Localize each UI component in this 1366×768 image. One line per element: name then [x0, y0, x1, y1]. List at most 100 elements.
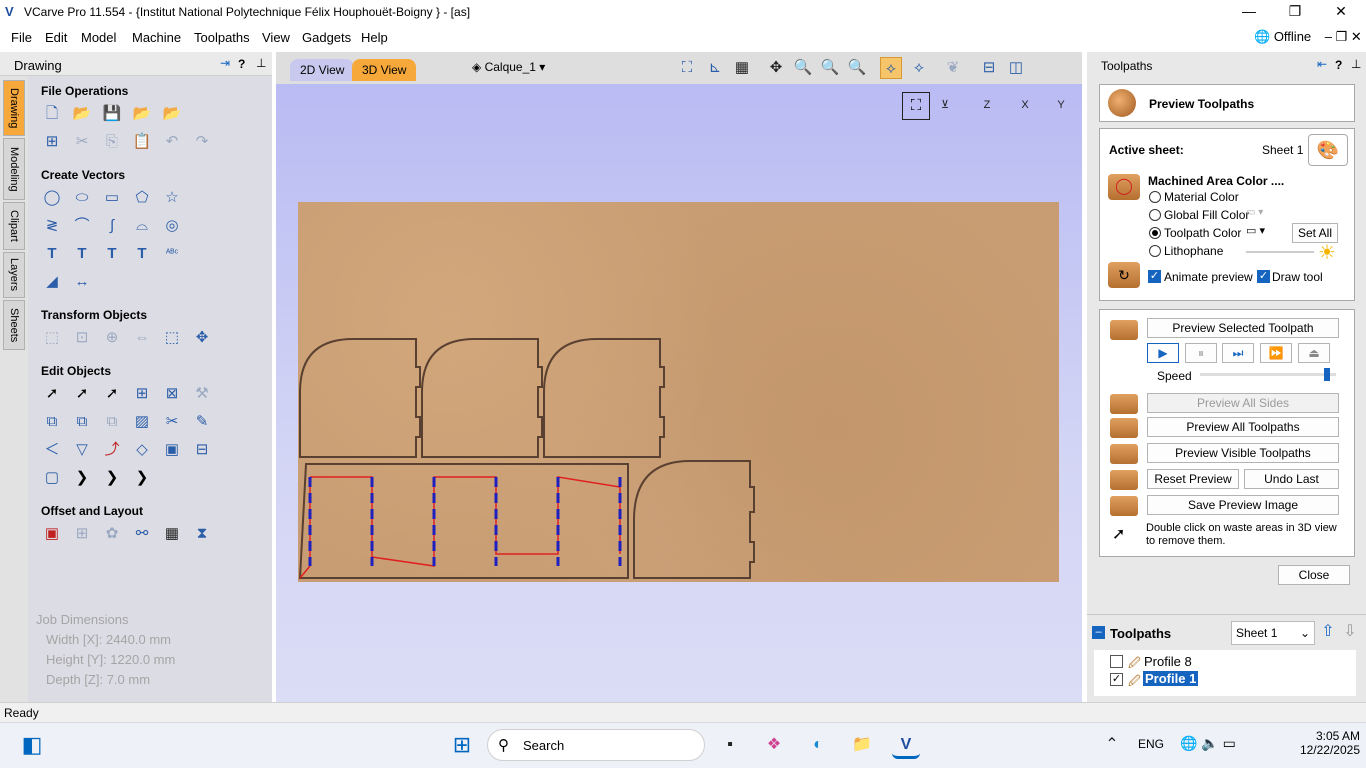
- preview-visible-toolpaths-button[interactable]: Preview Visible Toolpaths: [1147, 443, 1339, 463]
- smart-smooth-icon[interactable]: ▨: [131, 411, 153, 433]
- rotate-icon[interactable]: ✥: [191, 327, 213, 349]
- top-view-icon[interactable]: Z: [976, 94, 998, 116]
- node-snap-icon[interactable]: ⊟: [191, 439, 213, 461]
- play-button[interactable]: ▶: [1147, 343, 1179, 363]
- reset-preview-button[interactable]: Reset Preview: [1147, 469, 1239, 489]
- show-vectors-icon[interactable]: ⟡: [908, 57, 930, 79]
- interactive-transform-icon[interactable]: ➚: [101, 383, 123, 405]
- system-tray-icons[interactable]: 🌐 🔈 ▭: [1180, 735, 1236, 752]
- move-down-icon[interactable]: ⇩: [1340, 621, 1360, 645]
- help-icon[interactable]: ?: [238, 57, 245, 71]
- extend-vector-icon[interactable]: ❯: [101, 467, 123, 489]
- toolpath-item-profile-1[interactable]: Profile 1: [1143, 671, 1199, 686]
- copilot-icon[interactable]: ❖: [760, 731, 788, 759]
- speed-slider[interactable]: [1200, 368, 1336, 381]
- scale-icon[interactable]: ⊕: [101, 327, 123, 349]
- boolean-intersect-icon[interactable]: ⧉: [101, 411, 123, 433]
- import-icon[interactable]: 📂: [161, 103, 183, 125]
- menu-help[interactable]: Help: [361, 30, 388, 45]
- offset-vector-icon[interactable]: ▢: [41, 467, 63, 489]
- save-preview-image-button[interactable]: Save Preview Image: [1147, 495, 1339, 515]
- front-view-icon[interactable]: X: [1014, 94, 1036, 116]
- zoom-in-icon[interactable]: 🔍: [819, 57, 841, 79]
- widgets-icon[interactable]: ◧: [18, 731, 46, 759]
- spell-check-icon[interactable]: ᴬᴮᶜ: [161, 243, 183, 265]
- tab-layers[interactable]: Layers: [3, 252, 25, 298]
- panel-close-icon[interactable]: ✕: [1351, 29, 1362, 44]
- dimension-icon[interactable]: ◢: [41, 271, 63, 293]
- vcarve-taskbar-icon[interactable]: V: [892, 731, 920, 759]
- polyline-icon[interactable]: ≷: [41, 215, 63, 237]
- menu-file[interactable]: File: [11, 30, 32, 45]
- step-button[interactable]: ⏭: [1222, 343, 1254, 363]
- redo-icon[interactable]: ↷: [191, 131, 213, 153]
- text-on-curve-icon[interactable]: T: [101, 243, 123, 265]
- curve-icon[interactable]: ⌒: [71, 215, 93, 237]
- rectangle-icon[interactable]: ▭: [101, 187, 123, 209]
- fast-forward-button[interactable]: ⏩: [1260, 343, 1292, 363]
- tab-drawing[interactable]: Drawing: [3, 80, 25, 136]
- zoom-box-icon[interactable]: 🔍: [792, 57, 814, 79]
- offline-status[interactable]: 🌐 Offline – ❐ ✕: [1254, 29, 1362, 45]
- node-edit-icon[interactable]: ➚: [71, 383, 93, 405]
- move-icon[interactable]: ⬚: [41, 327, 63, 349]
- set-size-icon[interactable]: ⬚: [161, 327, 183, 349]
- palette-icon[interactable]: 🎨: [1308, 134, 1348, 166]
- toolpath-color-picker[interactable]: ▭ ▾: [1246, 224, 1288, 240]
- menu-machine[interactable]: Machine: [132, 30, 181, 45]
- text-box-icon[interactable]: T: [71, 243, 93, 265]
- spiral-icon[interactable]: ◎: [161, 215, 183, 237]
- language-indicator[interactable]: ENG: [1138, 737, 1164, 751]
- text-icon[interactable]: T: [41, 243, 63, 265]
- view-fit-icon[interactable]: ⛶: [902, 92, 930, 120]
- offset-icon[interactable]: ▣: [41, 523, 63, 545]
- lithophane-slider[interactable]: [1246, 251, 1314, 253]
- show-hidden-icons[interactable]: ⌃: [1098, 731, 1126, 759]
- select-icon[interactable]: ➚: [41, 383, 63, 405]
- speed-slider-thumb[interactable]: [1323, 368, 1330, 381]
- panel-dock-icon[interactable]: ⇥: [220, 56, 230, 70]
- preview-all-toolpaths-button[interactable]: Preview All Toolpaths: [1147, 417, 1339, 437]
- ellipse-icon[interactable]: ⬭: [71, 187, 93, 209]
- weld-icon[interactable]: ⚒: [191, 383, 213, 405]
- edge-icon[interactable]: ◐: [804, 731, 832, 759]
- copy-icon[interactable]: ⎘: [101, 131, 123, 153]
- radio-global-fill-color[interactable]: [1149, 209, 1161, 221]
- menu-toolpaths[interactable]: Toolpaths: [194, 30, 250, 45]
- close-button[interactable]: ✕: [1318, 0, 1364, 24]
- job-setup-icon[interactable]: ⊞: [41, 131, 63, 153]
- auto-layout-text-icon[interactable]: T: [131, 243, 153, 265]
- toolpath-item-profile-8[interactable]: Profile 8: [1144, 654, 1192, 669]
- snap-icon[interactable]: ⊾: [704, 57, 726, 79]
- undo-icon[interactable]: ↶: [161, 131, 183, 153]
- profile-1-checkbox[interactable]: ✓: [1110, 673, 1123, 686]
- end-button[interactable]: ⏏: [1298, 343, 1330, 363]
- file-explorer-icon[interactable]: 📁: [848, 731, 876, 759]
- new-file-icon[interactable]: 🗋: [41, 103, 63, 125]
- clock[interactable]: 3:05 AM 12/22/2025: [1260, 729, 1360, 757]
- open-file-icon[interactable]: 📂: [71, 103, 93, 125]
- align-icon[interactable]: ⊡: [71, 327, 93, 349]
- polygon-icon[interactable]: ⬠: [131, 187, 153, 209]
- help-icon[interactable]: ?: [1335, 58, 1342, 72]
- zoom-out-icon[interactable]: 🔍: [846, 57, 868, 79]
- tab-3d-view[interactable]: 3D View: [352, 59, 417, 81]
- collapse-icon[interactable]: –: [1092, 626, 1105, 639]
- animate-preview-checkbox[interactable]: ✓: [1148, 270, 1161, 283]
- preview-selected-button[interactable]: Preview Selected Toolpath: [1147, 318, 1339, 338]
- layer-select[interactable]: ◈ Calque_1 ▾: [472, 60, 545, 74]
- tab-modeling[interactable]: Modeling: [3, 138, 25, 200]
- extend-icon[interactable]: ✎: [191, 411, 213, 433]
- cut-icon[interactable]: ✂: [71, 131, 93, 153]
- save-icon[interactable]: 💾: [101, 103, 123, 125]
- panel-dock-icon[interactable]: ⇤: [1317, 57, 1327, 71]
- open-folder-icon[interactable]: 📂: [131, 103, 153, 125]
- menu-edit[interactable]: Edit: [45, 30, 67, 45]
- move-up-icon[interactable]: ⇧: [1318, 621, 1338, 645]
- tab-sheets[interactable]: Sheets: [3, 300, 25, 350]
- pin-icon[interactable]: ⊥: [256, 56, 266, 70]
- windows-start-icon[interactable]: ⊞: [448, 731, 476, 759]
- array-copy-icon[interactable]: ⊞: [71, 523, 93, 545]
- undo-last-button[interactable]: Undo Last: [1244, 469, 1339, 489]
- measure-icon[interactable]: ↔: [71, 271, 93, 293]
